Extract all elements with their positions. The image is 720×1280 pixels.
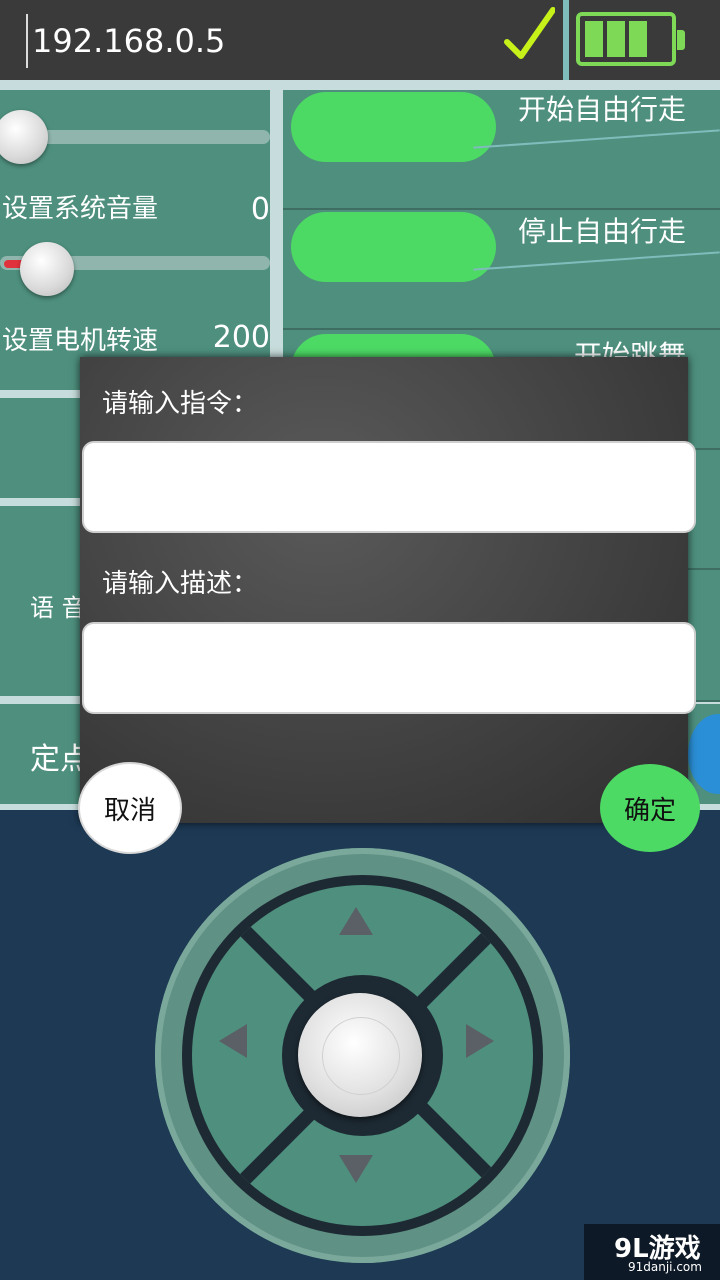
arrow-up-icon[interactable] bbox=[339, 907, 373, 935]
blue-round-button[interactable] bbox=[688, 714, 720, 794]
stop-walk-button[interactable] bbox=[291, 212, 496, 282]
checkmark-icon bbox=[504, 7, 555, 59]
description-label: 请输入描述： bbox=[102, 569, 259, 599]
motor-slider-thumb[interactable] bbox=[20, 242, 74, 296]
arrow-right-icon[interactable] bbox=[466, 1024, 494, 1058]
command-dialog: 请输入指令： 请输入描述： bbox=[80, 357, 696, 823]
volume-label: 设置系统音量 bbox=[2, 194, 159, 224]
command-input[interactable] bbox=[82, 441, 696, 533]
divider-line bbox=[473, 129, 720, 149]
start-walk-label: 开始自由行走 bbox=[517, 93, 686, 126]
volume-slider-thumb[interactable] bbox=[0, 110, 48, 164]
settings-panel: 设置系统音量 0 设置电机转速 200 bbox=[0, 90, 270, 390]
dpad-center-button[interactable] bbox=[298, 993, 422, 1117]
voice-label: 语 音 bbox=[30, 594, 86, 622]
action-row-stop-walk[interactable]: 停止自由行走 bbox=[283, 210, 720, 330]
description-input[interactable] bbox=[82, 622, 696, 714]
battery-tip bbox=[677, 30, 685, 50]
volume-value: 0 bbox=[250, 192, 270, 227]
ip-address-input[interactable] bbox=[26, 14, 496, 68]
command-label: 请输入指令： bbox=[102, 389, 259, 419]
stop-walk-label: 停止自由行走 bbox=[517, 215, 686, 248]
action-row-start-walk[interactable]: 开始自由行走 bbox=[283, 90, 720, 210]
confirm-button[interactable]: 确定 bbox=[600, 764, 700, 852]
start-walk-button[interactable] bbox=[291, 92, 496, 162]
center-button-inner bbox=[322, 1017, 400, 1095]
arrow-left-icon[interactable] bbox=[219, 1024, 247, 1058]
divider-line bbox=[473, 251, 720, 271]
motor-label: 设置电机转速 bbox=[2, 326, 159, 356]
watermark-site: 91danji.com bbox=[628, 1260, 702, 1274]
arrow-down-icon[interactable] bbox=[339, 1155, 373, 1183]
cancel-button[interactable]: 取消 bbox=[80, 764, 180, 852]
watermark: 9L游戏 91danji.com bbox=[584, 1224, 720, 1280]
battery-icon bbox=[576, 12, 676, 66]
top-divider bbox=[563, 0, 569, 80]
motor-value: 200 bbox=[212, 320, 270, 355]
